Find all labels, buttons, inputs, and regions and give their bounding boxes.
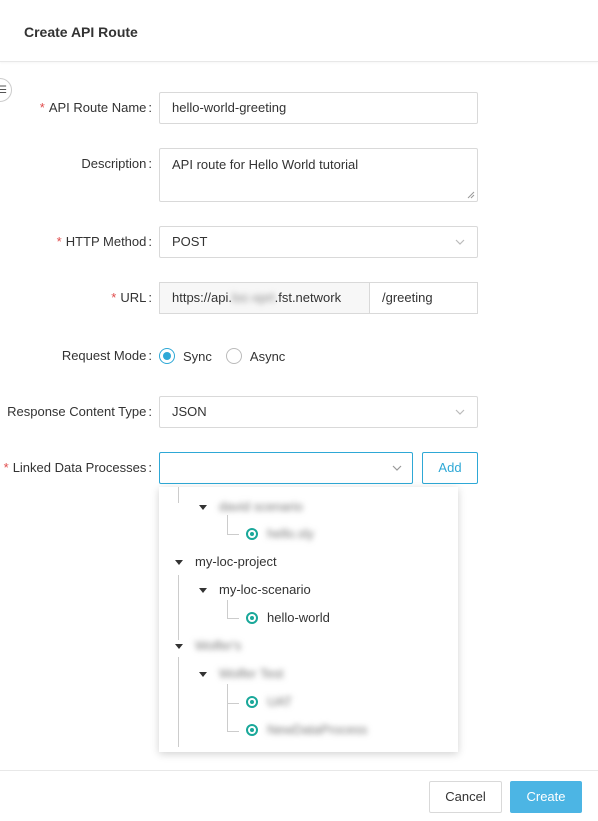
caret-down-icon[interactable] <box>175 559 183 565</box>
process-icon <box>246 528 258 540</box>
http-method-value: POST <box>172 234 208 249</box>
response-type-row: Response Content Type: JSON <box>0 396 598 428</box>
radio-unchecked-icon <box>225 348 242 364</box>
chevron-down-icon <box>455 409 465 415</box>
process-icon <box>246 612 258 624</box>
dialog-header: Create API Route <box>0 0 598 62</box>
dialog-title: Create API Route <box>24 24 138 40</box>
tree-connector <box>227 731 239 732</box>
http-method-select[interactable]: POST <box>159 226 478 258</box>
radio-async[interactable]: Async <box>225 348 285 364</box>
route-name-input[interactable]: hello-world-greeting <box>159 92 478 124</box>
chevron-down-icon <box>392 465 402 471</box>
description-value: API route for Hello World tutorial <box>172 157 359 172</box>
cancel-button[interactable]: Cancel <box>429 781 502 813</box>
url-label: * URL: <box>111 290 152 305</box>
description-textarea[interactable]: API route for Hello World tutorial <box>159 148 478 202</box>
tree-node-scenario[interactable]: Wolfer Test <box>199 660 284 688</box>
response-type-value: JSON <box>172 404 207 419</box>
tree-node-process[interactable]: hello-world <box>245 604 330 632</box>
radio-sync[interactable]: Sync <box>159 348 212 364</box>
tree-connector <box>227 618 239 619</box>
tree-connector <box>178 487 179 503</box>
process-icon <box>246 696 258 708</box>
chevron-down-icon <box>455 239 465 245</box>
add-button[interactable]: Add <box>422 452 478 484</box>
linked-processes-row: * Linked Data Processes: Add <box>0 452 598 484</box>
process-icon <box>246 724 258 736</box>
tree-node-scenario[interactable]: david scenario <box>199 493 303 521</box>
caret-down-icon[interactable] <box>199 504 207 510</box>
create-button[interactable]: Create <box>510 781 582 813</box>
tree-node-scenario[interactable]: my-loc-scenario <box>199 576 311 604</box>
caret-down-icon[interactable] <box>199 587 207 593</box>
dialog-footer: Cancel Create <box>0 770 598 821</box>
linked-processes-label: * Linked Data Processes: <box>3 460 152 475</box>
tree-connector <box>227 703 239 704</box>
route-name-label: * API Route Name: <box>39 100 152 115</box>
tree-node-process[interactable]: hello.sly <box>245 520 314 548</box>
request-mode-row: Request Mode: Sync Async <box>0 340 598 372</box>
url-prefix: https://api.loc-xprt.fst.network <box>159 282 369 314</box>
url-row: * URL: https://api.loc-xprt.fst.network /… <box>0 282 598 314</box>
caret-down-icon[interactable] <box>175 643 183 649</box>
http-method-label: * HTTP Method: <box>56 234 152 249</box>
linked-processes-select[interactable] <box>159 452 413 484</box>
resize-handle-icon[interactable] <box>467 191 475 199</box>
radio-checked-icon <box>159 348 175 364</box>
tree-node-process[interactable]: NewDataProcess <box>245 716 367 744</box>
request-mode-label: Request Mode: <box>61 348 152 363</box>
request-mode-radio-group: Sync Async <box>159 340 285 372</box>
route-name-row: * API Route Name: hello-world-greeting <box>0 92 598 124</box>
description-label: Description: <box>81 156 152 171</box>
tree-node-project[interactable]: Wolfer's <box>175 632 241 660</box>
tree-connector <box>227 684 228 732</box>
tree-connector <box>178 657 179 747</box>
process-tree-dropdown: david scenario hello.sly my-loc-project … <box>159 487 458 752</box>
description-row: Description: API route for Hello World t… <box>0 148 598 202</box>
tree-connector <box>227 534 239 535</box>
tree-node-project[interactable]: my-loc-project <box>175 548 277 576</box>
url-path-input[interactable]: /greeting <box>369 282 478 314</box>
caret-down-icon[interactable] <box>199 671 207 677</box>
tree-connector <box>178 575 179 640</box>
tree-node-process[interactable]: UAT <box>245 688 292 716</box>
http-method-row: * HTTP Method: POST <box>0 226 598 258</box>
response-type-label: Response Content Type: <box>7 404 152 419</box>
response-type-select[interactable]: JSON <box>159 396 478 428</box>
